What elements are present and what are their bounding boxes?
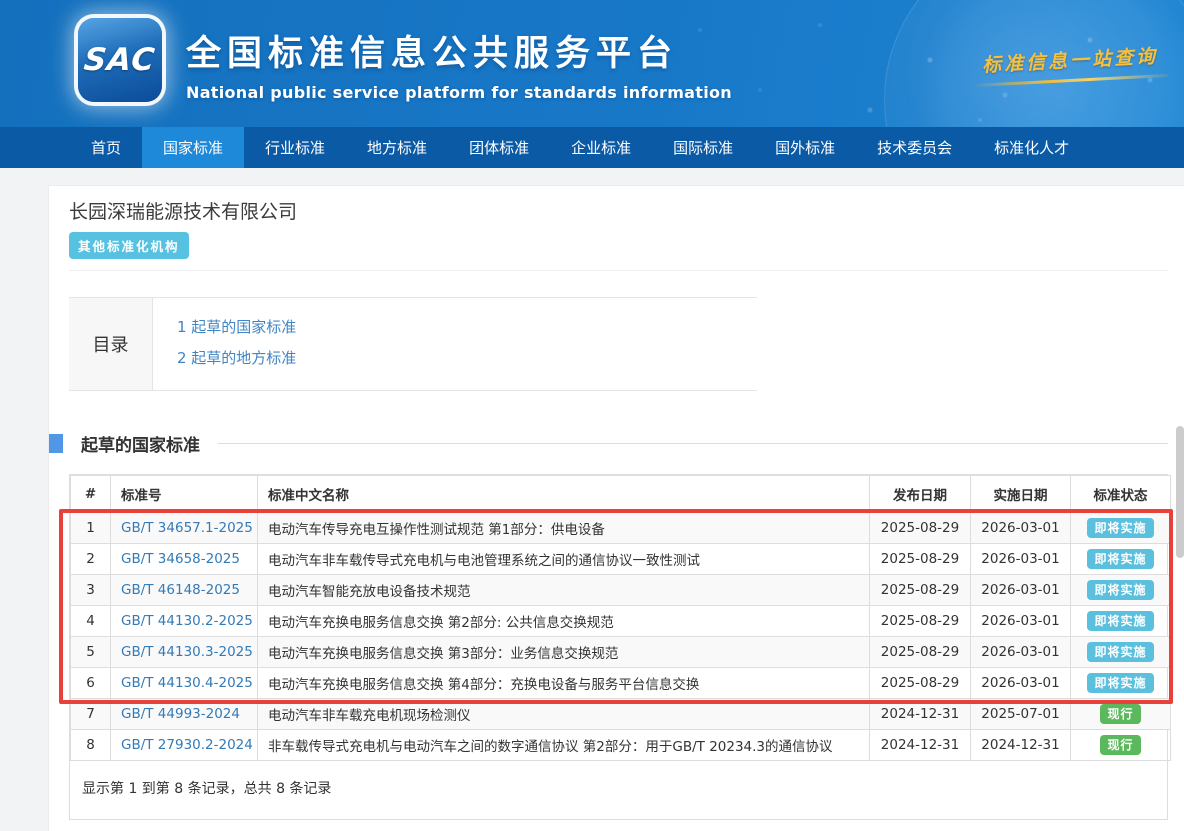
implement-date: 2026-03-01: [971, 668, 1071, 699]
section-marker-icon: [49, 434, 63, 453]
standard-name: 电动汽车非车载充电机现场检测仪: [258, 699, 870, 730]
publish-date: 2025-08-29: [870, 668, 971, 699]
col-header-pub-date: 发布日期: [870, 476, 971, 513]
divider: [69, 270, 1168, 271]
status-badge: 现行: [1100, 735, 1140, 755]
toc-link-national-standards[interactable]: 1 起草的国家标准: [177, 312, 296, 343]
standard-code-link[interactable]: GB/T 46148-2025: [121, 582, 240, 598]
status-badge: 即将实施: [1087, 611, 1153, 631]
implement-date: 2026-03-01: [971, 544, 1071, 575]
standard-name: 电动汽车充换电服务信息交换 第4部分：充换电设备与服务平台信息交换: [258, 668, 870, 699]
scrollbar-thumb[interactable]: [1176, 426, 1184, 558]
implement-date: 2024-12-31: [971, 730, 1071, 761]
main-area: 长园深瑞能源技术有限公司 其他标准化机构 目录 1 起草的国家标准 2 起草的地…: [0, 168, 1184, 831]
standard-name: 非车载传导式充电机与电动汽车之间的数字通信协议 第2部分：用于GB/T 2023…: [258, 730, 870, 761]
table-of-contents: 目录 1 起草的国家标准 2 起草的地方标准: [69, 297, 757, 391]
publish-date: 2025-08-29: [870, 544, 971, 575]
row-index: 3: [71, 575, 111, 606]
status-badge: 现行: [1100, 704, 1140, 724]
standards-table: # 标准号 标准中文名称 发布日期 实施日期 标准状态 1 GB/T 34657…: [70, 475, 1171, 761]
publish-date: 2024-12-31: [870, 699, 971, 730]
toc-links: 1 起草的国家标准 2 起草的地方标准: [153, 298, 296, 390]
implement-date: 2026-03-01: [971, 606, 1071, 637]
col-header-code: 标准号: [111, 476, 258, 513]
col-header-impl-date: 实施日期: [971, 476, 1071, 513]
row-index: 1: [71, 513, 111, 544]
row-index: 8: [71, 730, 111, 761]
company-name: 长园深瑞能源技术有限公司: [69, 199, 1184, 225]
standard-code-link[interactable]: GB/T 44130.3-2025: [121, 644, 253, 660]
table-header-row: # 标准号 标准中文名称 发布日期 实施日期 标准状态: [71, 476, 1171, 513]
nav-item-technical-committee[interactable]: 技术委员会: [856, 127, 973, 168]
col-header-index: #: [71, 476, 111, 513]
table-row: 7 GB/T 44993-2024 电动汽车非车载充电机现场检测仪 2024-1…: [71, 699, 1171, 730]
table-row: 1 GB/T 34657.1-2025 电动汽车传导充电互操作性测试规范 第1部…: [71, 513, 1171, 544]
site-title: 全国标准信息公共服务平台: [186, 25, 732, 76]
row-index: 7: [71, 699, 111, 730]
toc-label: 目录: [69, 298, 153, 390]
table-row: 4 GB/T 44130.2-2025 电动汽车充换电服务信息交换 第2部分: …: [71, 606, 1171, 637]
standard-code-link[interactable]: GB/T 44130.2-2025: [121, 613, 253, 629]
standards-table-block: # 标准号 标准中文名称 发布日期 实施日期 标准状态 1 GB/T 34657…: [69, 474, 1168, 820]
standard-name: 电动汽车充换电服务信息交换 第2部分: 公共信息交换规范: [258, 606, 870, 637]
row-index: 2: [71, 544, 111, 575]
site-subtitle: National public service platform for sta…: [186, 83, 732, 102]
record-count-summary: 显示第 1 到第 8 条记录，总共 8 条记录: [70, 761, 1167, 819]
table-row: 3 GB/T 46148-2025 电动汽车智能充放电设备技术规范 2025-0…: [71, 575, 1171, 606]
section-header: 起草的国家标准: [49, 431, 1184, 456]
table-row: 5 GB/T 44130.3-2025 电动汽车充换电服务信息交换 第3部分：业…: [71, 637, 1171, 668]
standard-code-link[interactable]: GB/T 44993-2024: [121, 706, 240, 722]
toc-link-local-standards[interactable]: 2 起草的地方标准: [177, 343, 296, 374]
nav-item-foreign-standards[interactable]: 国外标准: [754, 127, 856, 168]
sac-logo-text: SAC: [83, 42, 158, 78]
standard-name: 电动汽车智能充放电设备技术规范: [258, 575, 870, 606]
row-index: 4: [71, 606, 111, 637]
section-divider-line: [218, 443, 1168, 444]
col-header-status: 标准状态: [1071, 476, 1171, 513]
status-badge: 即将实施: [1087, 549, 1153, 569]
publish-date: 2024-12-31: [870, 730, 971, 761]
standard-code-link[interactable]: GB/T 34657.1-2025: [121, 520, 253, 536]
main-nav: 首页 国家标准 行业标准 地方标准 团体标准 企业标准 国际标准 国外标准 技术…: [0, 127, 1184, 168]
nav-item-enterprise-standards[interactable]: 企业标准: [550, 127, 652, 168]
implement-date: 2026-03-01: [971, 575, 1071, 606]
implement-date: 2025-07-01: [971, 699, 1071, 730]
row-index: 6: [71, 668, 111, 699]
site-header: SAC 全国标准信息公共服务平台 National public service…: [0, 0, 1184, 127]
nav-item-standardization-talent[interactable]: 标准化人才: [973, 127, 1090, 168]
status-badge: 即将实施: [1087, 642, 1153, 662]
status-badge: 即将实施: [1087, 673, 1153, 693]
row-index: 5: [71, 637, 111, 668]
nav-item-national-standards[interactable]: 国家标准: [142, 127, 244, 168]
status-badge: 即将实施: [1087, 580, 1153, 600]
table-row: 8 GB/T 27930.2-2024 非车载传导式充电机与电动汽车之间的数字通…: [71, 730, 1171, 761]
nav-item-group-standards[interactable]: 团体标准: [448, 127, 550, 168]
col-header-name: 标准中文名称: [258, 476, 870, 513]
section-title: 起草的国家标准: [81, 431, 200, 456]
standard-name: 电动汽车传导充电互操作性测试规范 第1部分：供电设备: [258, 513, 870, 544]
nav-item-industry-standards[interactable]: 行业标准: [244, 127, 346, 168]
org-type-badge: 其他标准化机构: [69, 232, 189, 259]
standard-name: 电动汽车充换电服务信息交换 第3部分：业务信息交换规范: [258, 637, 870, 668]
nav-item-local-standards[interactable]: 地方标准: [346, 127, 448, 168]
standard-code-link[interactable]: GB/T 27930.2-2024: [121, 737, 253, 753]
publish-date: 2025-08-29: [870, 606, 971, 637]
publish-date: 2025-08-29: [870, 513, 971, 544]
nav-item-home[interactable]: 首页: [70, 127, 142, 168]
implement-date: 2026-03-01: [971, 513, 1071, 544]
standard-name: 电动汽车非车载传导式充电机与电池管理系统之间的通信协议一致性测试: [258, 544, 870, 575]
nav-item-international-standards[interactable]: 国际标准: [652, 127, 754, 168]
publish-date: 2025-08-29: [870, 575, 971, 606]
publish-date: 2025-08-29: [870, 637, 971, 668]
standards-table-wrap: # 标准号 标准中文名称 发布日期 实施日期 标准状态 1 GB/T 34657…: [69, 474, 1168, 820]
table-row: 6 GB/T 44130.4-2025 电动汽车充换电服务信息交换 第4部分：充…: [71, 668, 1171, 699]
status-badge: 即将实施: [1087, 518, 1153, 538]
table-row: 2 GB/T 34658-2025 电动汽车非车载传导式充电机与电池管理系统之间…: [71, 544, 1171, 575]
site-title-block: 全国标准信息公共服务平台 National public service pla…: [186, 25, 732, 102]
content-card: 长园深瑞能源技术有限公司 其他标准化机构 目录 1 起草的国家标准 2 起草的地…: [48, 185, 1184, 831]
implement-date: 2026-03-01: [971, 637, 1071, 668]
sac-logo[interactable]: SAC: [78, 18, 162, 102]
standard-code-link[interactable]: GB/T 34658-2025: [121, 551, 240, 567]
standard-code-link[interactable]: GB/T 44130.4-2025: [121, 675, 253, 691]
